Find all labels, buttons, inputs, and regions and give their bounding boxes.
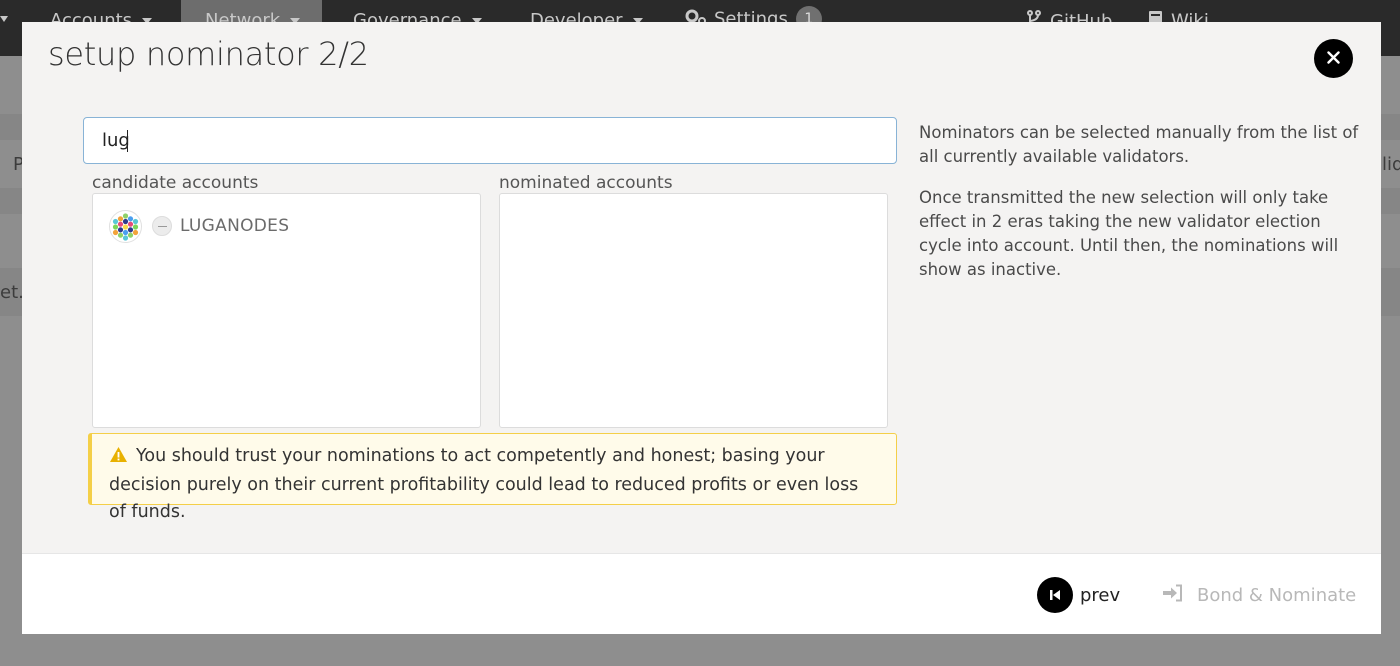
help-text-selection: Nominators can be selected manually from…: [919, 123, 1359, 166]
prev-button[interactable]: prev: [1037, 577, 1120, 613]
identicon-avatar: [109, 209, 142, 243]
close-icon: [1327, 49, 1340, 68]
candidate-account-item[interactable]: LUGANODES: [109, 209, 289, 243]
text-cursor: [127, 130, 128, 152]
help-text-eras: Once transmitted the new selection will …: [919, 188, 1339, 279]
background-partial-text: lida: [1382, 154, 1400, 175]
modal-footer: prev Bond & Nominate: [22, 553, 1381, 634]
candidate-accounts-label: candidate accounts: [92, 173, 259, 193]
setup-nominator-modal: setup nominator 2/2 candidate accounts n…: [22, 22, 1381, 634]
step-backward-icon: [1037, 577, 1073, 613]
modal-title: setup nominator 2/2: [48, 35, 369, 73]
prev-label: prev: [1080, 584, 1121, 606]
warning-icon: [109, 445, 128, 472]
background-partial-text: et.: [0, 282, 24, 303]
nominated-accounts-list: [499, 193, 888, 428]
nomination-warning: You should trust your nominations to act…: [88, 433, 897, 522]
warning-text: You should trust your nominations to act…: [109, 446, 859, 522]
nominated-accounts-label: nominated accounts: [499, 173, 673, 193]
sign-in-icon: [1162, 584, 1183, 607]
close-button[interactable]: [1314, 39, 1353, 78]
bond-and-nominate-label: Bond & Nominate: [1197, 584, 1357, 606]
chevron-down-icon: [0, 16, 8, 22]
minus-circle-icon: [152, 216, 172, 236]
validator-search-input[interactable]: [83, 117, 897, 164]
bond-and-nominate-button[interactable]: Bond & Nominate: [1162, 581, 1356, 609]
candidate-accounts-list: LUGANODES: [92, 193, 481, 428]
account-name: LUGANODES: [180, 216, 290, 236]
